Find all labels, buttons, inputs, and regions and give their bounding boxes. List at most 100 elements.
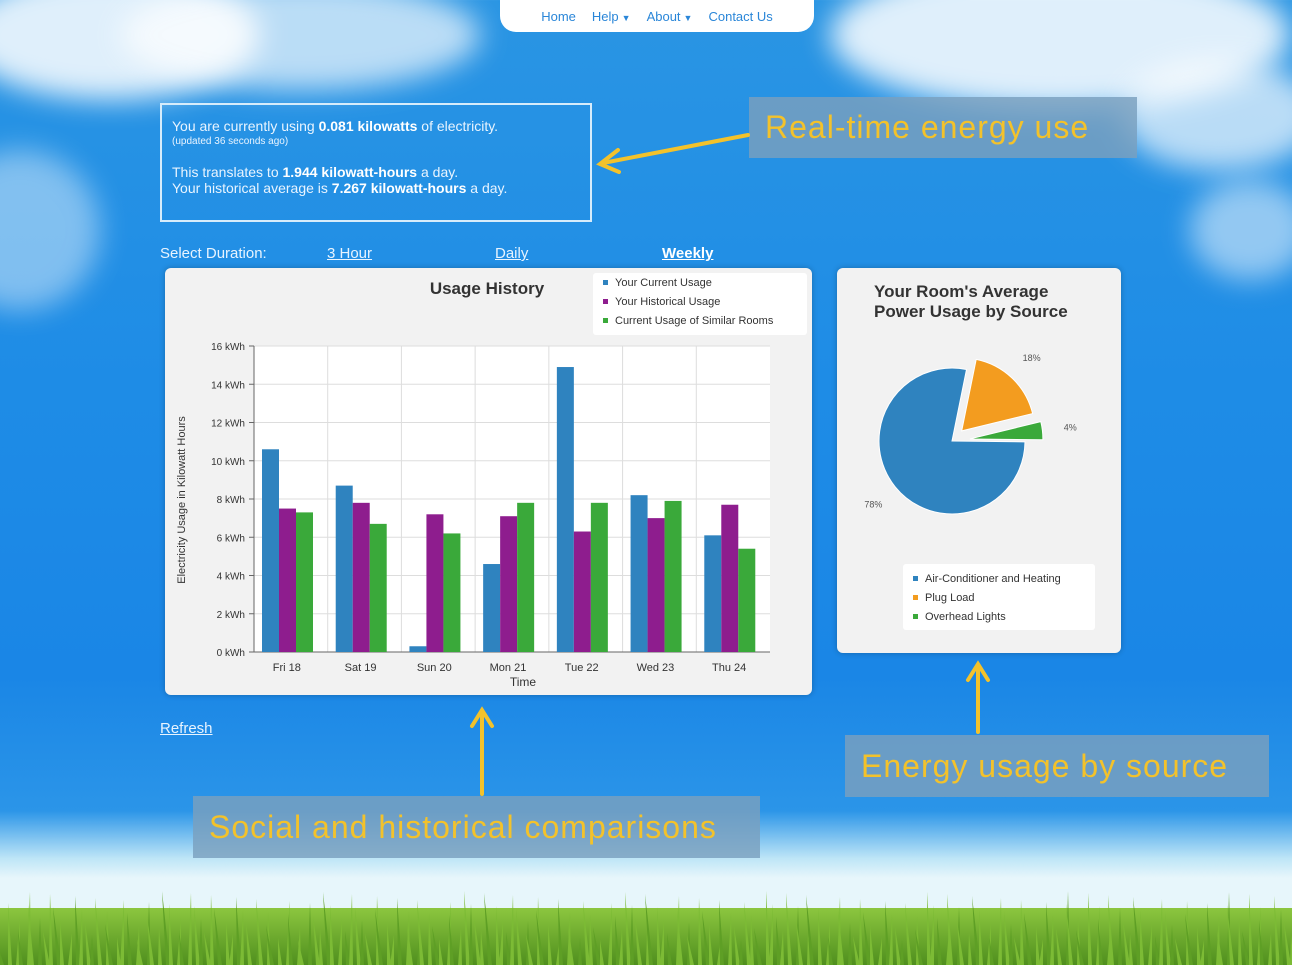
duration-weekly-link[interactable]: Weekly [662, 245, 713, 262]
nav-help-label: Help [591, 8, 619, 24]
chart-legend: Your Current Usage Your Historical Usage C… [593, 273, 807, 335]
nav-home[interactable]: Home [541, 9, 576, 24]
y-tick-label: 4 kWh [217, 572, 245, 583]
bar [426, 514, 444, 652]
duration-label: Select Duration: [160, 245, 267, 262]
realtime-info-box: You are currently using 0.081 kilowatts … [160, 103, 592, 222]
bar [296, 512, 313, 652]
nav-help[interactable]: Help ▼ [592, 9, 631, 24]
nav-about[interactable]: About ▼ [647, 9, 693, 24]
bar [704, 535, 722, 652]
y-axis-label: Electricity Usage in Kilowatt Hours [176, 416, 188, 584]
current-usage-line: You are currently using 0.081 kilowatts … [172, 118, 580, 134]
current-kilowatts: 0.081 kilowatts [318, 118, 418, 134]
callout-social: Social and historical comparisons [193, 796, 760, 858]
y-tick-label: 6 kWh [217, 533, 245, 544]
updated-time: (updated 36 seconds ago) [172, 136, 289, 147]
text: You are currently using [172, 118, 319, 134]
pie-slice-label: 4% [1064, 422, 1077, 432]
pie-slice-label: 18% [1023, 353, 1041, 363]
pie-area: 78% 18% 4% [864, 353, 1077, 515]
bar [590, 502, 608, 652]
legend-label: Plug Load [925, 592, 975, 604]
plot-area: 0 kWh 2 kWh 4 kWh 6 kWh 8 kWh 10 kWh 12 kWh 14 … [211, 342, 770, 674]
pie-slice-label: 78% [864, 499, 882, 509]
bar [573, 531, 591, 652]
pie-slice [961, 358, 1034, 432]
bar [556, 367, 574, 652]
legend-swatch [913, 595, 918, 600]
pie-title-line2: Power Usage by Source [874, 302, 1068, 321]
refresh-link[interactable]: Refresh [160, 720, 213, 737]
duration-daily-link[interactable]: Daily [495, 245, 528, 262]
bar [352, 502, 370, 652]
legend-label: Air-Conditioner and Heating [925, 573, 1061, 585]
x-tick-label: Thu 24 [712, 662, 746, 674]
legend-label: Your Current Usage [615, 277, 712, 289]
pie-legend: Air-Conditioner and Heating Plug Load Over… [903, 564, 1095, 630]
x-tick-label: Wed 23 [637, 662, 675, 674]
y-tick-label: 12 kWh [211, 419, 245, 430]
y-tick-label: 8 kWh [217, 495, 245, 506]
x-tick-label: Sun 20 [417, 662, 452, 674]
y-tick-label: 2 kWh [217, 610, 245, 621]
arrow-head [966, 660, 990, 682]
arrow-head [596, 148, 621, 174]
bar [409, 646, 427, 652]
arrow-realtime [601, 133, 750, 165]
x-tick-label: Fri 18 [273, 662, 301, 674]
daily-kwh: 1.944 kilowatt-hours [282, 164, 418, 180]
top-nav: Home Help ▼ About ▼ Contact Us [500, 0, 814, 32]
nav-contact[interactable]: Contact Us [708, 9, 772, 24]
chevron-down-icon: ▼ [683, 12, 693, 23]
legend-swatch [603, 280, 608, 285]
bar [721, 504, 739, 652]
bar [738, 548, 756, 652]
bar [369, 523, 387, 652]
usage-history-chart: Usage History Your Current Usage Your His… [176, 273, 807, 689]
bar [647, 518, 665, 652]
y-tick-label: 14 kWh [211, 380, 245, 391]
text: Your historical average is [172, 180, 332, 196]
x-tick-label: Tue 22 [565, 662, 599, 674]
legend-swatch [603, 318, 608, 323]
legend-swatch [603, 299, 608, 304]
pie-title-line1: Your Room's Average [874, 282, 1048, 301]
cloud [0, 150, 100, 310]
y-tick-label: 16 kWh [211, 342, 245, 353]
x-tick-label: Sat 19 [345, 662, 377, 674]
text: of electricity. [417, 118, 499, 134]
y-tick-label: 10 kWh [211, 457, 245, 468]
bar [500, 516, 518, 652]
daily-translation-line: This translates to 1.944 kilowatt-hours … [172, 164, 580, 180]
chevron-down-icon: ▼ [621, 12, 631, 23]
bar [664, 500, 682, 652]
legend-label: Current Usage of Similar Rooms [615, 315, 774, 327]
callout-realtime: Real-time energy use [749, 97, 1137, 158]
x-tick-label: Mon 21 [490, 662, 527, 674]
legend-label: Overhead Lights [925, 611, 1006, 623]
bar [517, 502, 535, 652]
source-pie-chart: Your Room's Average Power Usage by Sourc… [864, 282, 1095, 630]
text: a day. [466, 180, 508, 196]
legend-swatch [913, 614, 918, 619]
bar [335, 485, 353, 652]
grass-background [0, 891, 1292, 965]
cloud [1190, 180, 1292, 280]
x-axis-label: Time [510, 675, 537, 689]
bar [443, 533, 461, 652]
legend-label: Your Historical Usage [615, 296, 720, 308]
historical-kwh: 7.267 kilowatt-hours [331, 180, 467, 196]
historical-average-line: Your historical average is 7.267 kilowat… [172, 180, 580, 196]
duration-3hour-link[interactable]: 3 Hour [327, 245, 372, 262]
text: This translates to [172, 164, 283, 180]
callout-source: Energy usage by source [845, 735, 1269, 797]
bar [630, 495, 648, 652]
bar [279, 508, 296, 652]
text: a day. [417, 164, 459, 180]
bar [483, 564, 501, 652]
chart-title: Usage History [430, 279, 545, 298]
bar [262, 449, 279, 652]
y-tick-label: 0 kWh [217, 648, 245, 659]
arrow-head [470, 706, 494, 728]
